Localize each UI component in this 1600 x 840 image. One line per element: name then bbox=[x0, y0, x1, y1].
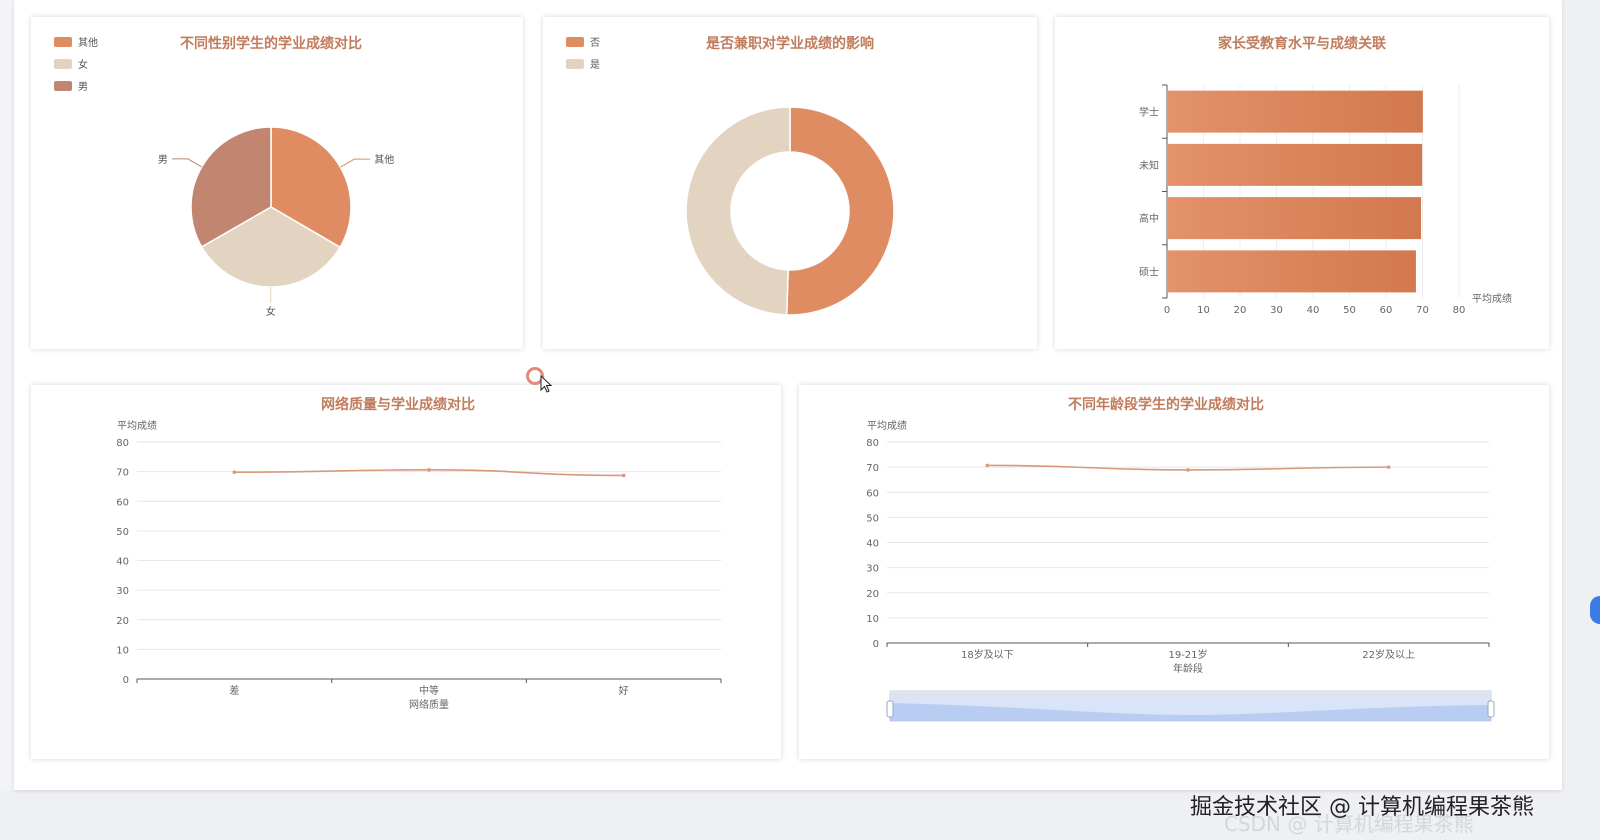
donut-slice bbox=[685, 106, 791, 316]
gender-legend-label: 男 bbox=[78, 81, 88, 93]
datazoom-handle-right[interactable] bbox=[1487, 700, 1495, 718]
data-point bbox=[1186, 468, 1190, 472]
y-axis-label: 平均成绩 bbox=[867, 419, 907, 432]
y-tick-label: 50 bbox=[866, 513, 879, 524]
network-line-chart: 网络质量与学业成绩对比 0 10 20 30 40 50 60 70 80 平均成绩差 中等 好网络质量 bbox=[116, 396, 722, 711]
bar bbox=[1168, 197, 1422, 240]
y-tick-label: 高中 bbox=[1139, 212, 1159, 225]
data-point bbox=[427, 468, 431, 472]
x-tick-label: 中等 bbox=[419, 684, 439, 697]
y-axis-label: 平均成绩 bbox=[117, 419, 157, 432]
gender-legend-swatch bbox=[54, 59, 72, 69]
gender-legend-label: 其他 bbox=[78, 36, 98, 49]
datazoom-top-bar bbox=[890, 691, 1491, 697]
parttime-donut-chart: 是否兼职对学业成绩的影响 否是 bbox=[566, 35, 895, 316]
x-tick-label: 22岁及以上 bbox=[1362, 648, 1415, 661]
y-tick-label: 80 bbox=[866, 438, 879, 449]
parttime-legend-label: 否 bbox=[590, 37, 600, 49]
gender-pie-chart: 不同性别学生的学业成绩对比其他女男其他女男 bbox=[54, 35, 394, 318]
bar bbox=[1168, 90, 1423, 133]
chart-title: 不同年龄段学生的学业成绩对比 bbox=[1068, 396, 1264, 413]
x-tick-label: 差 bbox=[229, 684, 239, 697]
pie-slice-label: 女 bbox=[266, 305, 276, 318]
parttime-legend-swatch bbox=[566, 37, 584, 47]
x-tick-label: 30 bbox=[1270, 305, 1283, 316]
chart-title: 是否兼职对学业成绩的影响 bbox=[706, 35, 874, 52]
parttime-legend-label: 是 bbox=[590, 59, 600, 71]
x-axis-label: 平均成绩 bbox=[1472, 292, 1512, 305]
parttime-legend-swatch bbox=[566, 59, 584, 69]
y-tick-label: 50 bbox=[116, 527, 129, 538]
data-point bbox=[232, 470, 237, 475]
y-tick-label: 0 bbox=[123, 675, 129, 686]
x-tick-label: 50 bbox=[1343, 305, 1356, 316]
x-tick-label: 0 bbox=[1164, 305, 1170, 316]
y-tick-label: 80 bbox=[116, 438, 129, 449]
x-tick-label: 70 bbox=[1416, 305, 1429, 316]
y-tick-label: 10 bbox=[116, 645, 129, 656]
x-tick-label: 40 bbox=[1307, 305, 1320, 316]
chart-card-parttime: 是否兼职对学业成绩的影响 否是 bbox=[543, 17, 1037, 349]
chart-card-gender: 不同性别学生的学业成绩对比 其他女男其他女男 bbox=[31, 17, 523, 349]
y-tick-label: 20 bbox=[866, 589, 879, 600]
donut-slice bbox=[785, 106, 895, 316]
chart-title: 网络质量与学业成绩对比 bbox=[321, 396, 475, 413]
data-point bbox=[985, 463, 990, 468]
x-tick-label: 19-21岁 bbox=[1168, 648, 1207, 661]
age-line-chart: 不同年龄段学生的学业成绩对比 0 10 20 30 40 50 60 70 80 平均成绩 18岁及以… bbox=[866, 396, 1495, 722]
pie-label-line bbox=[171, 158, 203, 168]
y-tick-label: 60 bbox=[866, 488, 879, 499]
x-tick-label: 10 bbox=[1197, 305, 1210, 316]
pie-slice-label: 男 bbox=[158, 154, 168, 166]
y-tick-label: 20 bbox=[116, 616, 129, 627]
gender-legend-label: 女 bbox=[78, 58, 88, 71]
data-point bbox=[621, 473, 626, 478]
y-tick-label: 40 bbox=[116, 557, 129, 568]
y-tick-label: 硕士 bbox=[1139, 265, 1159, 278]
y-tick-label: 30 bbox=[116, 586, 129, 597]
floating-side-button[interactable] bbox=[1590, 596, 1600, 624]
bar bbox=[1168, 143, 1423, 186]
gender-legend-swatch bbox=[54, 37, 72, 47]
mouse-cursor-icon bbox=[540, 375, 552, 393]
watermark: 掘金技术社区 @ 计算机编程果茶熊 bbox=[1190, 795, 1534, 820]
gender-legend-swatch bbox=[54, 81, 72, 91]
x-tick-label: 18岁及以下 bbox=[961, 648, 1014, 661]
chart-card-parent-edu: 家长受教育水平与成绩关联 0 10 20 30 40 50 60 70 80 学士未知高中硕士平均成… bbox=[1055, 17, 1549, 349]
y-tick-label: 70 bbox=[116, 468, 129, 479]
y-tick-label: 70 bbox=[866, 463, 879, 474]
chart-card-age: 不同年龄段学生的学业成绩对比 0 10 20 30 40 50 60 70 80 平均成绩 18岁及以… bbox=[799, 385, 1549, 759]
pie-label-line bbox=[340, 158, 371, 168]
y-tick-label: 10 bbox=[866, 614, 879, 625]
x-tick-label: 好 bbox=[619, 685, 629, 697]
x-axis-label: 年龄段 bbox=[1173, 662, 1203, 675]
y-tick-label: 未知 bbox=[1139, 159, 1159, 172]
y-tick-label: 学士 bbox=[1139, 106, 1159, 119]
bar bbox=[1168, 250, 1416, 293]
y-tick-label: 30 bbox=[866, 564, 879, 575]
datazoom-handle-left[interactable] bbox=[886, 700, 894, 718]
chart-title: 家长受教育水平与成绩关联 bbox=[1218, 35, 1387, 52]
x-axis-label: 网络质量 bbox=[409, 698, 449, 711]
chart-title: 不同性别学生的学业成绩对比 bbox=[180, 35, 362, 52]
x-tick-label: 20 bbox=[1234, 305, 1247, 316]
x-tick-label: 80 bbox=[1453, 305, 1466, 316]
parent-edu-bar-chart: 家长受教育水平与成绩关联 0 10 20 30 40 50 60 70 80 学士未知高中硕士平均成… bbox=[1139, 35, 1512, 316]
chart-card-network: 网络质量与学业成绩对比 0 10 20 30 40 50 60 70 80 平均成绩差 中等 好网络质量 bbox=[31, 385, 781, 759]
data-point bbox=[1386, 465, 1391, 469]
x-tick-label: 60 bbox=[1380, 305, 1393, 316]
y-tick-label: 40 bbox=[866, 539, 879, 550]
pie-slice-label: 其他 bbox=[374, 153, 394, 166]
y-tick-label: 60 bbox=[116, 497, 129, 508]
y-tick-label: 0 bbox=[873, 639, 879, 650]
